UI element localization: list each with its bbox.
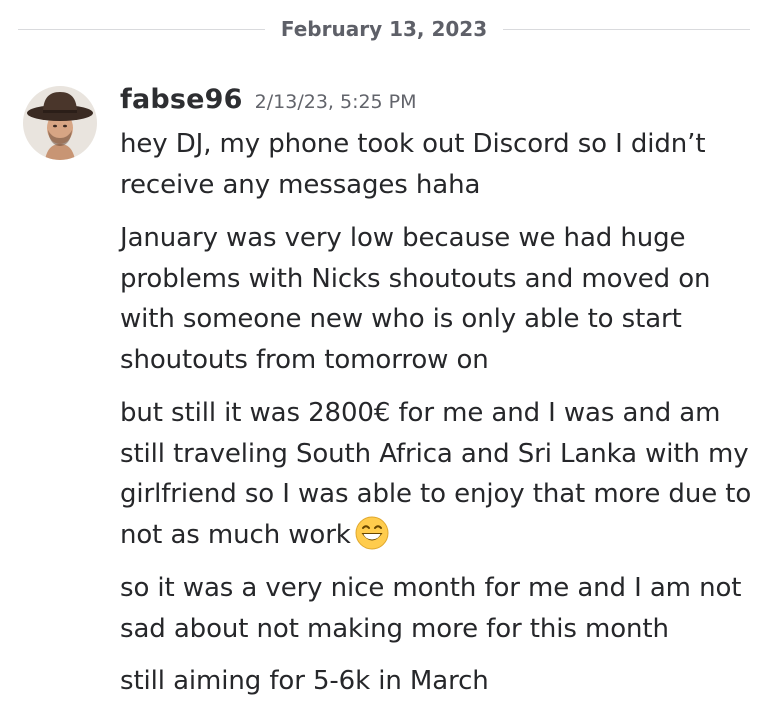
avatar[interactable] bbox=[23, 86, 97, 160]
message-text: but still it was 2800€ for me and I was … bbox=[120, 393, 754, 555]
message-text: hey DJ, my phone took out Discord so I d… bbox=[120, 129, 706, 200]
username[interactable]: fabse96 bbox=[120, 84, 243, 115]
grinning-face-emoji-icon bbox=[354, 515, 390, 551]
message-header: fabse96 2/13/23, 5:25 PM bbox=[120, 84, 754, 122]
message-text: so it was a very nice month for me and I… bbox=[120, 573, 742, 644]
divider-line-right bbox=[503, 28, 750, 30]
message-text-content: but still it was 2800€ for me and I was … bbox=[120, 398, 752, 550]
date-divider: February 13, 2023 bbox=[18, 12, 750, 46]
divider-date-label: February 13, 2023 bbox=[280, 17, 488, 41]
message-text: January was very low because we had huge… bbox=[120, 223, 711, 375]
avatar-photo-icon bbox=[23, 86, 97, 160]
message-text: still aiming for 5-6k in March bbox=[120, 666, 489, 696]
divider-line-left bbox=[18, 28, 265, 30]
message-group: fabse96 2/13/23, 5:25 PM hey DJ, my phon… bbox=[120, 84, 754, 702]
message-timestamp: 2/13/23, 5:25 PM bbox=[254, 91, 417, 113]
